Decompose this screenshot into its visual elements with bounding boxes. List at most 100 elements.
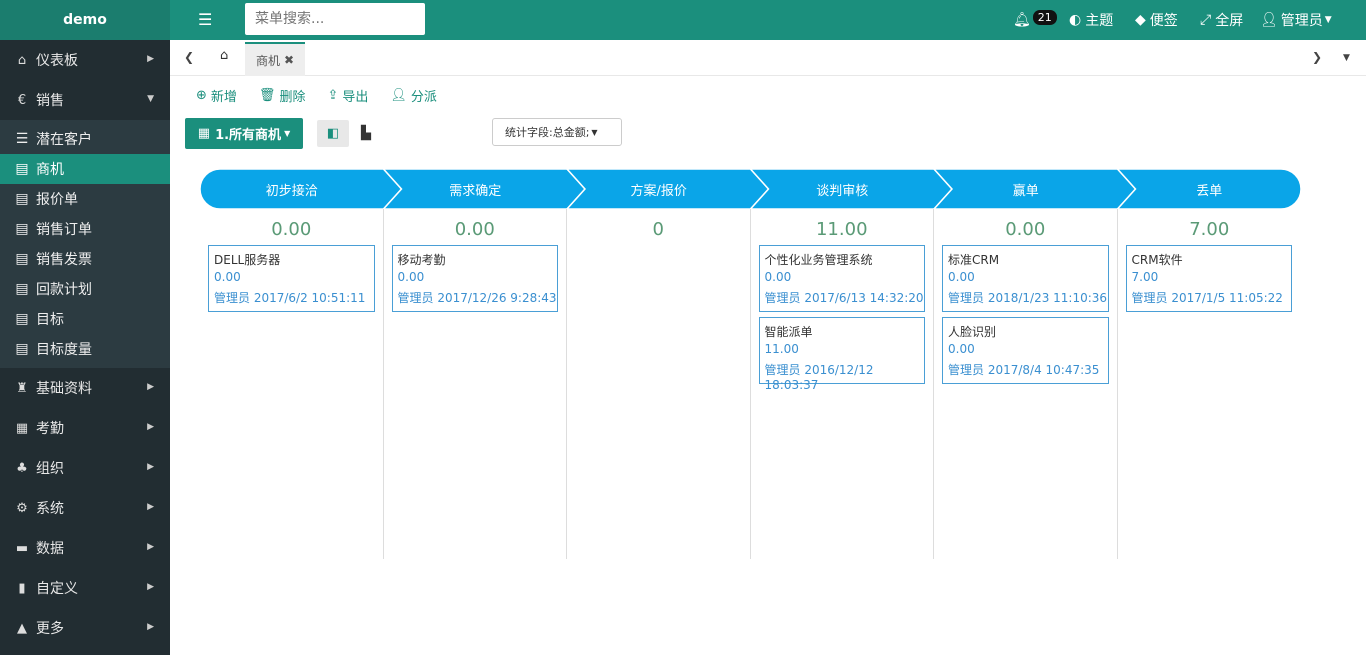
fullscreen-button[interactable]: ⤢ 全屏: [1200, 0, 1243, 40]
list-icon: ☰: [15, 131, 29, 147]
sidebar-item-data[interactable]: ▬ 数据 ▶: [0, 528, 170, 568]
sidebar-item-leads[interactable]: ☰ 潜在客户: [0, 124, 170, 154]
stage-column: 0.00 标准CRM 0.00 管理员 2018/1/23 11:10:36 人脸识别 0…: [934, 209, 1118, 559]
sidebar-item-organization[interactable]: ♣ 组织 ▶: [0, 448, 170, 488]
notifications[interactable]: 🔔︎ 21: [1013, 0, 1057, 40]
opportunity-card[interactable]: 标准CRM 0.00 管理员 2018/1/23 11:10:36: [942, 245, 1109, 312]
sidebar-item-dashboard[interactable]: ⌂ 仪表板 ▶: [0, 40, 170, 80]
user-icon: 👤︎: [390, 88, 407, 103]
stage-label: 丢单: [1196, 183, 1223, 199]
stage-label: 需求确定: [449, 183, 502, 199]
home-tab-icon[interactable]: ⌂: [220, 48, 228, 63]
sidebar-item-attendance[interactable]: ▦ 考勤 ▶: [0, 408, 170, 448]
sidebar-item-label: 商机: [36, 162, 64, 178]
stage-label: 赢单: [1012, 183, 1039, 199]
home-icon: ⌂: [17, 52, 27, 68]
plus-circle-icon: ⊕: [196, 88, 207, 103]
road-icon: ▲: [17, 620, 27, 636]
sidebar-item-label: 报价单: [36, 192, 78, 208]
sidebar-item-label: 自定义: [36, 581, 78, 597]
list-alt-icon: ▤: [15, 221, 29, 237]
chevron-right-icon: ▶: [147, 542, 154, 552]
user-name: 管理员: [1280, 13, 1323, 29]
sidebar-item-target-metrics[interactable]: ▤ 目标度量: [0, 334, 170, 364]
close-icon[interactable]: ✖: [284, 53, 294, 67]
user-menu[interactable]: 👤︎ 管理员 ▼: [1260, 0, 1332, 40]
chevron-right-icon: ▶: [147, 622, 154, 632]
caret-down-icon: ▼: [284, 129, 291, 138]
list-alt-icon: ▤: [15, 251, 29, 267]
sidebar-item-label: 数据: [36, 541, 64, 557]
opportunity-card[interactable]: 人脸识别 0.00 管理员 2017/8/4 10:47:35: [942, 317, 1109, 384]
sidebar-item-label: 目标度量: [36, 342, 92, 358]
list-view-toggle[interactable]: ▙: [354, 120, 378, 147]
tab-scroll-right-icon[interactable]: ❯: [1312, 50, 1322, 64]
chevron-right-icon: ▶: [147, 382, 154, 392]
opportunity-card[interactable]: 个性化业务管理系统 0.00 管理员 2017/6/13 14:32:20: [758, 245, 925, 312]
card-name: 移动考勤: [397, 253, 446, 267]
file-icon: ▮: [18, 580, 26, 596]
card-amount: 11.00: [764, 342, 799, 356]
kanban-columns: 0.00 DELL服务器 0.00 管理员 2017/6/2 10:51:11 0.00…: [200, 209, 1301, 559]
card-amount: 0.00: [948, 342, 975, 356]
stage-total: 0: [652, 219, 664, 240]
tab-menu-caret-icon[interactable]: ▼: [1343, 53, 1350, 63]
sidebar-item-system[interactable]: ⚙ 系统 ▶: [0, 488, 170, 528]
sidebar-item-label: 销售订单: [36, 222, 92, 238]
sidebar-item-sales[interactable]: € 销售 ▼: [0, 80, 170, 120]
delete-button[interactable]: 🗑︎ 删除: [259, 86, 306, 105]
export-button[interactable]: ⇪ 导出: [327, 86, 368, 105]
sidebar-item-opportunities[interactable]: ▤ 商机: [0, 154, 170, 184]
stage-label: 方案/报价: [630, 183, 687, 199]
kanban-view-toggle[interactable]: ◧: [317, 120, 349, 147]
tag-icon: ◆: [1135, 12, 1146, 28]
card-amount: 0.00: [397, 270, 425, 284]
sidebar: demo ⌂ 仪表板 ▶ € 销售 ▼ ☰ 潜在客户 ▤ 商机 ▤ 报价单 ▤ 销售订单…: [0, 0, 170, 655]
card-amount: 0.00: [948, 270, 975, 284]
caret-down-icon: ▼: [591, 127, 598, 137]
card-amount: 0.00: [214, 270, 241, 284]
list-alt-icon: ▤: [15, 191, 29, 207]
sidebar-item-more[interactable]: ▲ 更多 ▶: [0, 608, 170, 648]
assign-button[interactable]: 👤︎ 分派: [390, 86, 437, 105]
card-name: 智能派单: [764, 325, 813, 339]
theme-button[interactable]: ◐ 主题: [1069, 0, 1113, 40]
stat-field-select[interactable]: 统计字段:总金额; ▼: [492, 118, 622, 146]
card-amount: 7.00: [1131, 270, 1159, 284]
add-button[interactable]: ⊕ 新增: [196, 86, 237, 105]
stage-total: 0.00: [454, 219, 495, 240]
menu-toggle-icon[interactable]: ☰: [198, 10, 212, 29]
sidebar-item-sales-orders[interactable]: ▤ 销售订单: [0, 214, 170, 244]
opportunity-card[interactable]: 智能派单 11.00 管理员 2016/12/12 18:03:37: [758, 317, 925, 392]
brand-logo[interactable]: demo: [0, 0, 170, 40]
list-alt-icon: ▤: [15, 311, 29, 327]
stat-field-value: 统计字段:总金额;: [505, 126, 590, 139]
top-navbar: ☰ 🔔︎ 21 ◐主题 ◆便签 ⤢全屏 👤︎管理员▼: [170, 0, 1366, 40]
opportunity-card[interactable]: CRM软件 7.00 管理员 2017/1/5 11:05:22: [1125, 245, 1292, 312]
palette-icon: ◐: [1069, 12, 1082, 28]
sidebar-item-custom[interactable]: ▮ 自定义 ▶: [0, 568, 170, 608]
caret-down-icon: ▼: [1324, 15, 1332, 25]
user-icon: 👤︎: [1260, 12, 1278, 28]
sidebar-item-label: 系统: [36, 501, 64, 517]
stage-column: 11.00 个性化业务管理系统 0.00 管理员 2017/6/13 14:32:20…: [751, 209, 934, 559]
view-selector-button[interactable]: ▦ 1.所有商机 ▼: [185, 118, 303, 149]
opportunity-card[interactable]: DELL服务器 0.00 管理员 2017/6/2 10:51:11: [208, 245, 375, 312]
card-owner-date: 管理员 2017/12/26 9:28:43: [397, 291, 557, 305]
list-view-icon: ▙: [361, 126, 371, 141]
opportunity-card[interactable]: 移动考勤 0.00 管理员 2017/12/26 9:28:43: [391, 245, 558, 312]
sidebar-item-invoices[interactable]: ▤ 销售发票: [0, 244, 170, 274]
sidebar-item-targets[interactable]: ▤ 目标: [0, 304, 170, 334]
menu-search-input[interactable]: [245, 3, 425, 35]
tab-opportunities[interactable]: 商机 ✖: [245, 42, 305, 76]
tab-scroll-left-icon[interactable]: ❮: [184, 50, 194, 64]
export-icon: ⇪: [327, 88, 339, 103]
sidebar-item-basic-data[interactable]: ♜ 基础资料 ▶: [0, 368, 170, 408]
sidebar-item-payment-plan[interactable]: ▤ 回款计划: [0, 274, 170, 304]
sidebar-item-quotes[interactable]: ▤ 报价单: [0, 184, 170, 214]
card-owner-date: 管理员 2017/6/13 14:32:20: [764, 291, 924, 305]
card-owner-date: 管理员 2016/12/12 18:03:37: [764, 363, 874, 392]
kanban-icon: ◧: [326, 126, 340, 141]
notes-button[interactable]: ◆ 便签: [1135, 0, 1178, 40]
trash-icon: 🗑︎: [258, 88, 276, 103]
